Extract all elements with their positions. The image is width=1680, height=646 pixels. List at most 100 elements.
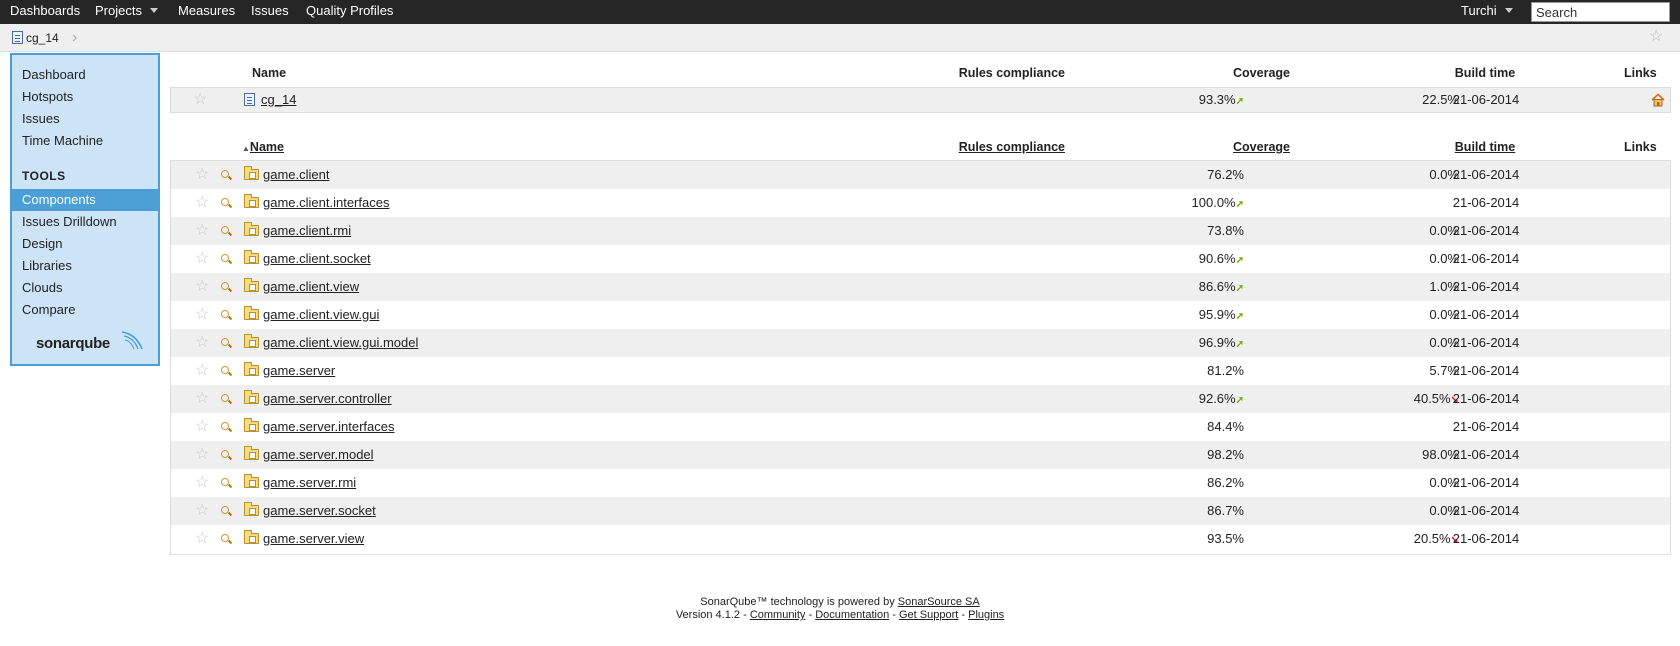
magnifier-icon[interactable] [221,422,229,430]
sidebar-item-issues-drilldown[interactable]: Issues Drilldown [12,211,158,233]
folder-icon [244,446,259,460]
component-name-link[interactable]: game.server.view [263,525,364,553]
magnifier-icon[interactable] [221,198,229,206]
favourite-star-icon[interactable]: ☆ [195,419,209,435]
components-table: ☆ game.client 76.2% 0.0% 21-06-2014 ☆ game.cli… [170,160,1671,555]
component-name-link[interactable]: game.client.view.gui [263,301,379,329]
get-support-link[interactable]: Get Support [899,609,958,621]
sort-by-rules-compliance[interactable]: Rules compliance [900,140,1065,154]
nav-measures[interactable]: Measures [178,0,235,24]
documentation-link[interactable]: Documentation [815,609,889,621]
project-name-link[interactable]: cg_14 [261,88,296,112]
sort-by-build-time[interactable]: Build time [1440,140,1530,154]
sonarsource-link[interactable]: SonarSource SA [898,596,980,608]
build-time-cell: 21-06-2014 [1452,251,1520,266]
favourite-star-icon[interactable]: ☆ [195,475,209,491]
nav-projects-label: Projects [95,3,142,18]
chevron-down-icon [1504,8,1513,13]
rules-value: 84.4% [1207,419,1244,434]
favourite-star-icon[interactable]: ☆ [195,503,209,519]
search-input[interactable] [1531,2,1670,22]
favourite-star-icon[interactable]: ☆ [195,363,209,379]
rules-compliance-cell: 73.8% [1011,217,1244,245]
plugins-link[interactable]: Plugins [968,609,1004,621]
rules-compliance-cell: 84.4% [1011,413,1244,441]
magnifier-icon[interactable] [221,394,229,402]
favourite-star-icon[interactable]: ☆ [195,279,209,295]
component-name-link[interactable]: game.client.rmi [263,217,351,245]
nav-projects[interactable]: Projects [95,0,158,24]
component-name-link[interactable]: game.server.controller [263,385,392,413]
favourite-star-icon[interactable]: ☆ [195,223,209,239]
logo-text: sonarqube [36,335,110,352]
sidebar-item-time-machine[interactable]: Time Machine [12,130,158,152]
sidebar-item-libraries[interactable]: Libraries [12,255,158,277]
sidebar-item-dashboard[interactable]: Dashboard [12,64,158,86]
table-row: ☆ game.server.socket 86.7% 0.0% 21-06-2014 [171,497,1670,525]
favourite-star-icon[interactable]: ☆ [195,531,209,547]
coverage-cell: 0.0% [1241,497,1459,525]
favourite-star-icon[interactable]: ☆ [195,251,209,267]
build-time-cell: 21-06-2014 [1452,335,1520,350]
favourite-star-icon[interactable]: ☆ [1649,29,1663,45]
table-row: ☆ game.client.socket 90.6%➚ 0.0% 21-06-2014 [171,245,1670,273]
nav-quality-profiles[interactable]: Quality Profiles [306,0,393,24]
folder-icon [244,278,259,292]
magnifier-icon[interactable] [221,282,229,290]
component-name-link[interactable]: game.client [263,161,329,189]
folder-icon [244,194,259,208]
magnifier-icon[interactable] [221,478,229,486]
rules-value: 86.6% [1198,279,1236,294]
component-name-link[interactable]: game.client.interfaces [263,189,389,217]
component-name-link[interactable]: game.server.rmi [263,469,356,497]
component-name-link[interactable]: game.server.socket [263,497,376,525]
favourite-star-icon[interactable]: ☆ [193,92,207,108]
magnifier-icon[interactable] [221,226,229,234]
nav-dashboards[interactable]: Dashboards [10,0,80,24]
rules-value: 73.8% [1207,223,1244,238]
magnifier-icon[interactable] [221,170,229,178]
table-row: ☆ game.client.view 86.6%➚ 1.0% 21-06-2014 [171,273,1670,301]
favourite-star-icon[interactable]: ☆ [195,167,209,183]
sidebar-item-compare[interactable]: Compare [12,299,158,321]
sidebar-item-design[interactable]: Design [12,233,158,255]
magnifier-icon[interactable] [221,534,229,542]
sort-by-name[interactable]: ▲Name [242,140,284,154]
sonar-waves-icon [121,331,143,350]
build-time-cell: 21-06-2014 [1452,475,1520,490]
sidebar-item-issues[interactable]: Issues [12,108,158,130]
breadcrumb-project[interactable]: cg_14 [12,30,59,46]
magnifier-icon[interactable] [221,366,229,374]
component-name-link[interactable]: game.client.view [263,273,359,301]
component-name-link[interactable]: game.server [263,357,335,385]
sort-by-coverage[interactable]: Coverage [1140,140,1290,154]
folder-icon [244,502,259,516]
magnifier-icon[interactable] [221,450,229,458]
sidebar-item-clouds[interactable]: Clouds [12,277,158,299]
coverage-cell: 40.5%➘ [1241,385,1459,413]
nav-issues[interactable]: Issues [251,0,289,24]
component-name-link[interactable]: game.server.interfaces [263,413,395,441]
table-row: ☆ game.client.interfaces 100.0%➚ 21-06-2014 [171,189,1670,217]
sidebar-item-components[interactable]: Components [12,189,158,211]
sort-name-label: Name [249,140,284,154]
user-menu[interactable]: Turchi [1461,0,1513,24]
favourite-star-icon[interactable]: ☆ [195,335,209,351]
magnifier-icon[interactable] [221,506,229,514]
build-time-cell: 21-06-2014 [1452,167,1520,182]
magnifier-icon[interactable] [221,310,229,318]
favourite-star-icon[interactable]: ☆ [195,307,209,323]
home-icon[interactable] [1651,93,1665,107]
breadcrumb-project-label: cg_14 [26,31,59,45]
sidebar-item-hotspots[interactable]: Hotspots [12,86,158,108]
rules-value: 95.9% [1198,307,1236,322]
component-name-link[interactable]: game.client.socket [263,245,371,273]
magnifier-icon[interactable] [221,254,229,262]
community-link[interactable]: Community [750,609,806,621]
favourite-star-icon[interactable]: ☆ [195,391,209,407]
component-name-link[interactable]: game.client.view.gui.model [263,329,418,357]
favourite-star-icon[interactable]: ☆ [195,195,209,211]
magnifier-icon[interactable] [221,338,229,346]
favourite-star-icon[interactable]: ☆ [195,447,209,463]
component-name-link[interactable]: game.server.model [263,441,374,469]
